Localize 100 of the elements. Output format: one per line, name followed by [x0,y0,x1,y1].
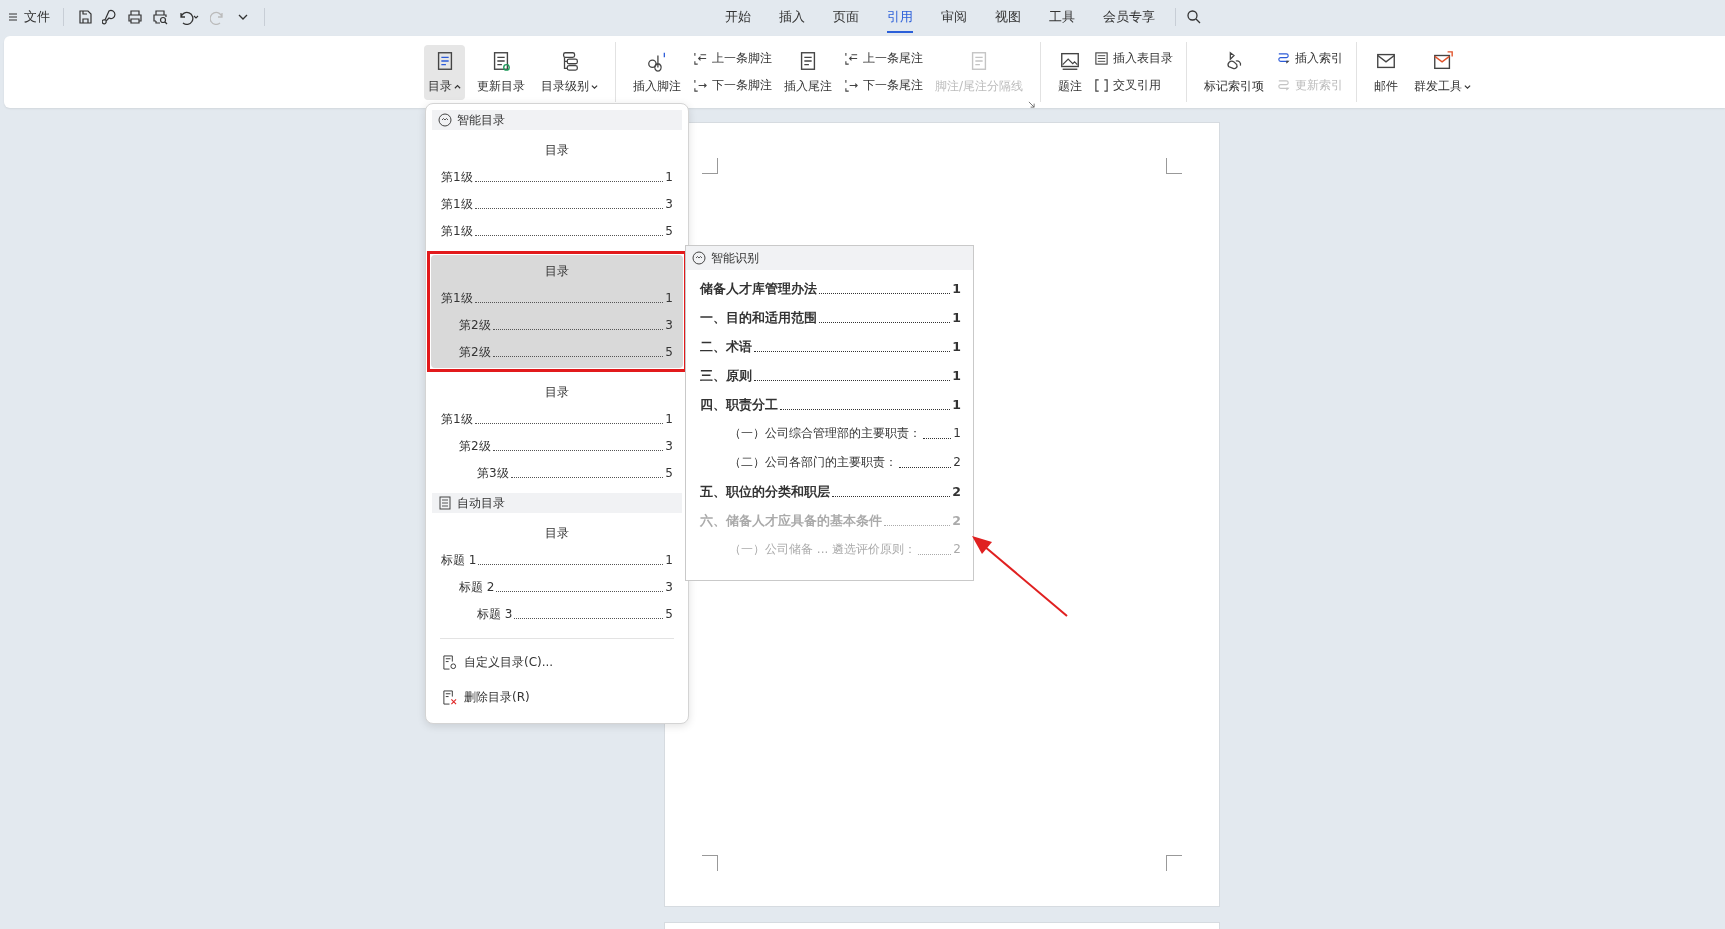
page-number: 5 [665,223,673,240]
menu-tab[interactable]: 开始 [725,1,751,33]
page-number: 3 [665,438,673,455]
bracket-icon [1094,78,1110,93]
toc-entry-text: 第1级 [441,223,473,240]
section-header: 智能识别 [686,246,973,270]
menu-tab[interactable]: 工具 [1049,1,1075,33]
menu-tab[interactable]: 页面 [833,1,859,33]
toc-line: 五、职位的分类和职层 2 [700,483,961,501]
preset-title: 目录 [544,384,570,401]
ribbon-button[interactable]: 目录级别 [537,44,602,100]
ribbon-button[interactable]: 邮件 [1370,44,1403,100]
menu-tab[interactable]: 审阅 [941,1,967,33]
undo-icon[interactable] [177,9,201,25]
ribbon-button[interactable]: 上一条尾注 [844,50,923,67]
ribbon-button[interactable]: 题注 [1054,44,1087,100]
document-delete-icon [442,690,457,705]
next-icon [844,78,859,93]
toc-entry-text: 第1级 [441,169,473,186]
print-preview-icon[interactable] [152,9,168,25]
menu-item[interactable]: 删除目录(R) [426,680,688,715]
previous-icon [693,51,708,66]
toc-line: 四、职责分工 1 [700,396,961,414]
corner-mark [1166,158,1182,174]
page-number: 5 [665,465,673,482]
preset-title: 目录 [544,142,570,159]
page-number: 1 [665,290,673,307]
ribbon-button[interactable]: 插入尾注 [780,44,836,100]
toc-line: （一）公司综合管理部的主要职责： 1 [728,425,961,442]
next-icon [693,78,708,93]
ribbon-button[interactable]: 标记索引项 [1200,44,1269,100]
page-number: 3 [665,579,673,596]
ribbon-button[interactable]: 插入索引 [1276,50,1344,67]
index-refresh-icon [1276,78,1292,93]
toc-entry-text: 第2级 [459,344,491,361]
toc-preset[interactable]: 目录 第1级 1 第2级 3 第3级 5 [427,372,687,493]
toc-entry-text: 第1级 [441,196,473,213]
ribbon-button[interactable]: 插入表目录 [1094,50,1174,67]
corner-mark [702,158,718,174]
preset-title: 目录 [544,263,570,280]
search-icon[interactable] [1186,9,1202,25]
ribbon-button[interactable]: 交叉引用 [1094,77,1174,94]
ribbon-button[interactable]: 下一条尾注 [844,77,923,94]
page-number: 1 [665,411,673,428]
section-header: 智能目录 [432,110,682,130]
ribbon-button[interactable]: 插入脚注 [629,44,685,100]
toc-line: 二、术语 1 [700,338,961,356]
toc-preset[interactable]: 目录 第1级 1 第1级 3 第1级 5 [427,130,687,251]
toc-entry-text: 第2级 [459,438,491,455]
toc-entry-text: 第1级 [441,411,473,428]
toc-line: （二）公司各部门的主要职责： 2 [728,454,961,471]
ribbon-button[interactable]: 群发工具 [1410,44,1476,100]
ribbon-button[interactable]: 目录 [424,44,465,100]
menu-tab[interactable]: 插入 [779,1,805,33]
toc-entry-text: 第1级 [441,290,473,307]
list-icon [1094,51,1110,66]
page-number: 1 [665,169,673,186]
page-number: 5 [665,606,673,623]
section-header: 自动目录 [432,493,682,513]
corner-mark [702,855,718,871]
dialog-launcher-icon[interactable] [1028,101,1036,108]
mail-send-icon [1431,49,1454,72]
menu-item[interactable]: 自定义目录(C)... [426,645,688,680]
toc-line: 储备人才库管理办法 1 [700,280,961,298]
toc-entry-text: 第2级 [459,317,491,334]
page-number: 3 [665,196,673,213]
corner-mark [1166,855,1182,871]
brush-icon[interactable] [102,9,118,25]
toc-line: 六、储备人才应具备的基本条件 2 [700,512,961,530]
toc-line: 三、原则 1 [700,367,961,385]
file-menu-button[interactable]: 文件 [8,8,50,26]
toc-preset[interactable]: 目录 第1级 1 第2级 3 第2级 5 [427,251,687,372]
print-icon[interactable] [127,9,143,25]
page-number: 3 [665,317,673,334]
ribbon-button[interactable]: 上一条脚注 [693,50,772,67]
toc-entry-text: 第3级 [477,465,509,482]
save-icon[interactable] [77,9,93,25]
menu-tab[interactable]: 视图 [995,1,1021,33]
ribbon-button[interactable]: 下一条脚注 [693,77,772,94]
menu-tab[interactable]: 引用 [887,1,913,33]
toc-entry-text: 标题 1 [441,552,477,569]
previous-icon [844,51,859,66]
page-number: 1 [665,552,673,569]
list-icon [438,496,452,510]
preset-title: 目录 [544,525,570,542]
page-number: 5 [665,344,673,361]
toc-line: 一、目的和适用范围 1 [700,309,961,327]
smart-icon [692,251,706,265]
toc-preset[interactable]: 目录 标题 1 1 标题 2 3 标题 3 5 [427,513,687,634]
smart-icon [438,113,452,127]
document-settings-icon [442,655,457,670]
caret-icon [454,82,461,90]
toc-entry-text: 标题 3 [477,606,513,623]
ribbon-button[interactable]: 更新目录 [473,44,529,100]
menu-tab[interactable]: 会员专享 [1103,1,1155,33]
caret-icon [591,82,598,90]
toc-entry-text: 标题 2 [459,579,495,596]
caret-icon [1464,82,1472,90]
toc-line: （一）公司储备 ... 遴选评价原则： 2 [728,541,961,558]
menu-icon [8,12,18,22]
